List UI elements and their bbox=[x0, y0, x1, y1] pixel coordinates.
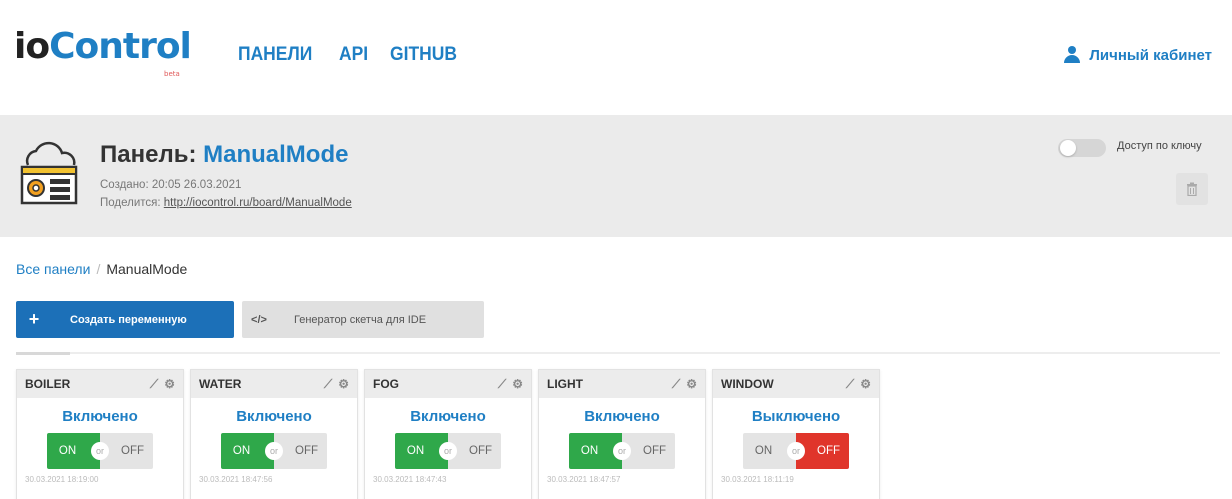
chart-icon[interactable]: ⟋ bbox=[324, 377, 332, 392]
logo-io-text: io bbox=[14, 26, 50, 67]
delete-board-button[interactable] bbox=[1176, 173, 1208, 205]
widget-timestamp: 30.03.2021 18:19:00 bbox=[25, 475, 99, 484]
widget-water: WATER ⟋ ⚙ Включено ON OFF or 30.03.2021 1… bbox=[190, 369, 358, 499]
account-label: Личный кабинет bbox=[1089, 46, 1212, 64]
top-navbar: ioControl beta ПАНЕЛИ API GITHUB Личный … bbox=[0, 0, 1232, 100]
switch-or: or bbox=[265, 442, 283, 460]
trash-icon bbox=[1187, 182, 1197, 196]
code-icon: </> bbox=[251, 313, 267, 326]
share-link[interactable]: http://iocontrol.ru/board/ManualMode bbox=[164, 197, 352, 209]
widget-status: Включено bbox=[236, 408, 312, 425]
chart-icon[interactable]: ⟋ bbox=[846, 377, 854, 392]
key-access-label: Доступ по ключу bbox=[1117, 140, 1202, 152]
board-title-name: ManualMode bbox=[203, 141, 349, 168]
board-header: Панель: ManualMode Создано: 20:05 26.03.… bbox=[0, 115, 1232, 237]
widget-header: FOG ⟋ ⚙ bbox=[365, 370, 531, 398]
widget-light: LIGHT ⟋ ⚙ Включено ON OFF or 30.03.2021 1… bbox=[538, 369, 706, 499]
widget-title: BOILER bbox=[25, 377, 71, 391]
create-variable-button[interactable]: + Создать переменную bbox=[16, 301, 234, 338]
tabs-divider bbox=[16, 352, 1220, 355]
widget-window: WINDOW ⟋ ⚙ Выключено ON OFF or 30.03.2021… bbox=[712, 369, 880, 499]
logo[interactable]: ioControl bbox=[14, 26, 192, 67]
widget-title: WINDOW bbox=[721, 377, 774, 391]
widget-timestamp: 30.03.2021 18:11:19 bbox=[721, 475, 794, 484]
sketch-generator-button[interactable]: </> Генератор скетча для IDE bbox=[242, 301, 484, 338]
beta-badge: beta bbox=[164, 70, 180, 78]
widget-title: LIGHT bbox=[547, 377, 583, 391]
on-off-switch[interactable]: ON OFF or bbox=[47, 433, 153, 469]
account-link[interactable]: Личный кабинет bbox=[1063, 46, 1212, 64]
on-off-switch[interactable]: ON OFF or bbox=[743, 433, 849, 469]
switch-or: or bbox=[439, 442, 457, 460]
switch-or: or bbox=[613, 442, 631, 460]
widget-header: LIGHT ⟋ ⚙ bbox=[539, 370, 705, 398]
gear-icon[interactable]: ⚙ bbox=[338, 377, 349, 392]
tab-indicator bbox=[16, 352, 70, 355]
board-title: Панель: ManualMode bbox=[100, 141, 348, 169]
create-variable-label: Создать переменную bbox=[70, 313, 187, 326]
share-label: Поделится: bbox=[100, 197, 164, 209]
widget-timestamp: 30.03.2021 18:47:43 bbox=[373, 475, 447, 484]
gear-icon[interactable]: ⚙ bbox=[686, 377, 697, 392]
key-access-toggle[interactable] bbox=[1058, 139, 1106, 157]
chart-icon[interactable]: ⟋ bbox=[150, 377, 158, 392]
on-off-switch[interactable]: ON OFF or bbox=[395, 433, 501, 469]
widget-title: FOG bbox=[373, 377, 399, 391]
widget-status: Включено bbox=[410, 408, 486, 425]
board-cloud-gear-icon bbox=[20, 141, 78, 205]
toggle-knob bbox=[1060, 140, 1076, 156]
plus-icon: + bbox=[28, 309, 40, 329]
widget-status: Выключено bbox=[751, 408, 841, 425]
logo-control-text: Control bbox=[49, 26, 192, 67]
breadcrumb-current: ManualMode bbox=[106, 261, 188, 277]
sketch-generator-label: Генератор скетча для IDE bbox=[294, 313, 427, 326]
on-off-switch[interactable]: ON OFF or bbox=[221, 433, 327, 469]
chart-icon[interactable]: ⟋ bbox=[498, 377, 506, 392]
chart-icon[interactable]: ⟋ bbox=[672, 377, 680, 392]
widget-header: WATER ⟋ ⚙ bbox=[191, 370, 357, 398]
gear-icon[interactable]: ⚙ bbox=[512, 377, 523, 392]
breadcrumb-separator: / bbox=[96, 261, 101, 277]
switch-or: or bbox=[787, 442, 805, 460]
on-off-switch[interactable]: ON OFF or bbox=[569, 433, 675, 469]
widget-fog: FOG ⟋ ⚙ Включено ON OFF or 30.03.2021 18:… bbox=[364, 369, 532, 499]
main-nav: ПАНЕЛИ API GITHUB bbox=[238, 44, 463, 66]
widget-timestamp: 30.03.2021 18:47:57 bbox=[547, 475, 621, 484]
nav-link-panels[interactable]: ПАНЕЛИ bbox=[238, 44, 312, 66]
nav-link-api[interactable]: API bbox=[339, 44, 368, 66]
widget-title: WATER bbox=[199, 377, 242, 391]
breadcrumb: Все панели / ManualMode bbox=[16, 261, 187, 277]
switch-or: or bbox=[91, 442, 109, 460]
widget-header: BOILER ⟋ ⚙ bbox=[17, 370, 183, 398]
gear-icon[interactable]: ⚙ bbox=[860, 377, 871, 392]
breadcrumb-all-panels[interactable]: Все панели bbox=[16, 261, 90, 277]
widget-header: WINDOW ⟋ ⚙ bbox=[713, 370, 879, 398]
board-created: Создано: 20:05 26.03.2021 bbox=[100, 179, 242, 191]
widget-status: Включено bbox=[584, 408, 660, 425]
widget-timestamp: 30.03.2021 18:47:56 bbox=[199, 475, 273, 484]
board-title-prefix: Панель: bbox=[100, 141, 204, 168]
board-share: Поделится: http://iocontrol.ru/board/Man… bbox=[100, 194, 352, 212]
board-meta: Создано: 20:05 26.03.2021 Поделится: htt… bbox=[100, 176, 352, 212]
nav-link-github[interactable]: GITHUB bbox=[390, 44, 457, 66]
gear-icon[interactable]: ⚙ bbox=[164, 377, 175, 392]
widget-status: Включено bbox=[62, 408, 138, 425]
widget-boiler: BOILER ⟋ ⚙ Включено ON OFF or 30.03.2021 … bbox=[16, 369, 184, 499]
user-icon bbox=[1063, 46, 1081, 64]
